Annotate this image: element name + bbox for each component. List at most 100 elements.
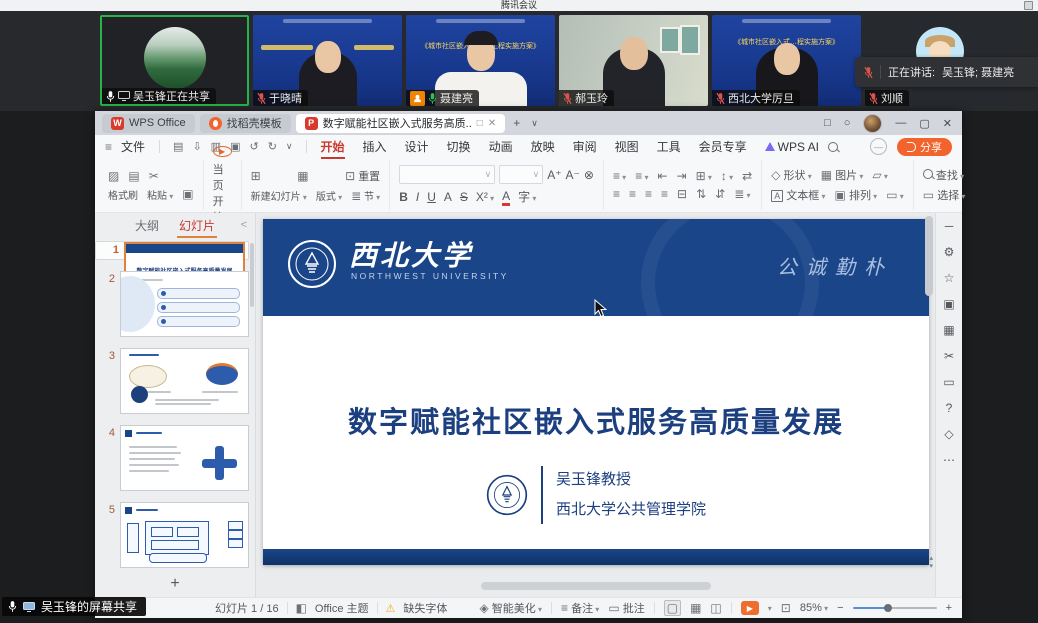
align-bottom-icon[interactable]: ⇵ <box>715 187 725 201</box>
slide-thumbnail-3[interactable]: 3 <box>95 348 249 414</box>
new-slide-icon[interactable]: ⊞ <box>251 169 261 183</box>
restore-button[interactable]: ▢ <box>919 117 929 130</box>
tab-list-chevron-icon[interactable]: ∨ <box>528 118 541 129</box>
normal-view-icon[interactable]: ▢ <box>664 600 681 616</box>
menu-insert[interactable]: 插入 <box>354 138 396 155</box>
scroll-step-arrows[interactable]: ▴ ▾ <box>929 555 933 571</box>
docer-pane-icon[interactable]: ◇ <box>944 428 953 440</box>
screen-share-badge[interactable]: 吴玉锋的屏幕共享 <box>2 597 146 616</box>
slide-1[interactable]: 西北大学 NORTHWEST UNIVERSITY 公诚勤朴 数字赋能社区嵌入式… <box>263 219 929 565</box>
bold-button[interactable]: B <box>399 190 408 204</box>
textbox-label[interactable]: 文本框 <box>786 190 819 202</box>
minimize-button[interactable]: — <box>895 117 906 129</box>
font-family-select[interactable]: ∨ <box>399 165 495 184</box>
superscript-button[interactable]: X² <box>476 190 494 204</box>
new-slide-label[interactable]: 新建幻灯片 <box>251 188 307 203</box>
align-top-icon[interactable]: ⇅ <box>696 187 706 201</box>
menu-slideshow[interactable]: 放映 <box>522 138 564 155</box>
image-tools-icon[interactable]: ▦ <box>943 324 954 336</box>
favorites-icon[interactable]: ☆ <box>944 272 955 284</box>
cut-icon[interactable]: ✂ <box>149 169 159 183</box>
add-slide-button[interactable]: + <box>95 575 255 597</box>
more-icon[interactable]: ⋯ <box>943 454 955 466</box>
phonetic-button[interactable]: 字 <box>518 188 536 205</box>
missing-font-label[interactable]: 缺失字体 <box>403 600 447 616</box>
menu-home[interactable]: 开始 <box>312 138 354 155</box>
chart-icon[interactable]: ▱ <box>872 168 887 182</box>
search-icon[interactable] <box>828 142 838 152</box>
zoom-in-button[interactable]: + <box>946 602 952 614</box>
tab-outline[interactable]: 大纲 <box>135 217 159 234</box>
text-direction-icon[interactable]: ⇄ <box>742 169 752 183</box>
tab-slides[interactable]: 幻灯片 <box>179 217 215 234</box>
video-tile-lidan[interactable]: 《城市社区嵌入式…程实施方案》 西北大学厉旦 <box>712 15 861 106</box>
video-tile-yuxiaoqing[interactable]: 于晓晴 <box>253 15 402 106</box>
reset-label[interactable]: 重置 <box>358 171 380 183</box>
tab-docer-templates[interactable]: 找稻壳模板 <box>200 114 291 133</box>
reading-view-icon[interactable]: ◫ <box>710 601 721 615</box>
vertical-scrollbar[interactable] <box>925 216 933 296</box>
tools-icon[interactable]: ✂ <box>944 350 954 362</box>
print-preview-icon[interactable]: ▣ <box>230 140 240 153</box>
new-tab-button[interactable]: + <box>510 116 523 130</box>
slide-thumbnail-4[interactable]: 4 <box>95 425 249 491</box>
export-pdf-icon[interactable]: ⇩ <box>192 140 201 153</box>
copilot-pane-icon[interactable]: ▣ <box>943 298 954 310</box>
hamburger-menu-icon[interactable]: ≡ <box>105 140 112 154</box>
slide-master-icon[interactable]: ▭ <box>886 188 904 202</box>
video-tile-haoyuling[interactable]: 郝玉玲 <box>559 15 708 106</box>
reset-icon[interactable]: ⊡ <box>345 169 355 183</box>
theme-name[interactable]: Office 主题 <box>315 600 369 616</box>
slide-canvas[interactable]: 西北大学 NORTHWEST UNIVERSITY 公诚勤朴 数字赋能社区嵌入式… <box>256 213 935 597</box>
share-button[interactable]: 分享 <box>897 138 952 156</box>
tab-wps-home[interactable]: W WPS Office <box>102 114 195 133</box>
increase-indent-icon[interactable]: ⇥ <box>677 169 687 183</box>
menu-view[interactable]: 视图 <box>606 138 648 155</box>
tab-document[interactable]: P 数字赋能社区嵌入式服务高质.. □ ✕ <box>296 114 506 133</box>
menu-file[interactable]: 文件 <box>112 138 154 155</box>
menu-tools[interactable]: 工具 <box>648 138 690 155</box>
zoom-level[interactable]: 85% <box>800 602 828 614</box>
zoom-slider[interactable] <box>853 607 937 609</box>
layout-icon[interactable]: ▦ <box>297 169 308 183</box>
close-window-button[interactable]: ✕ <box>943 117 952 130</box>
italic-button[interactable]: I <box>416 190 419 204</box>
shadow-button[interactable]: A <box>444 190 452 204</box>
arrange-label[interactable]: 排列 <box>849 190 871 202</box>
copy-icon[interactable]: ▣ <box>182 187 193 201</box>
align-left-icon[interactable]: ≡ <box>613 187 620 201</box>
scroll-down-icon[interactable]: ▾ <box>929 563 933 571</box>
comment-label[interactable]: 批注 <box>623 603 645 615</box>
layout-label[interactable]: 版式 <box>316 188 342 203</box>
horizontal-scrollbar[interactable] <box>481 582 711 590</box>
distribute-icon[interactable]: ⊟ <box>677 187 687 201</box>
help-icon[interactable]: ? <box>946 402 953 414</box>
save-icon[interactable]: ▤ <box>173 140 183 153</box>
bullets-icon[interactable]: ≡ <box>613 169 626 183</box>
underline-button[interactable]: U <box>427 190 436 204</box>
thumbnail-scrollbar[interactable] <box>250 243 254 307</box>
user-avatar[interactable] <box>863 114 882 133</box>
justify-icon[interactable]: ≡ <box>661 187 668 201</box>
slide-thumbnail-5[interactable]: 5 <box>95 502 249 568</box>
decrease-font-icon[interactable]: A⁻ <box>566 168 580 182</box>
menu-member[interactable]: 会员专享 <box>690 138 756 155</box>
increase-font-icon[interactable]: A⁺ <box>547 168 561 182</box>
align-center-icon[interactable]: ≡ <box>629 187 636 201</box>
line-spacing-icon[interactable]: ↕ <box>721 169 733 183</box>
video-tile-niejianliang[interactable]: 《城市社区嵌入…建设工程实施方案》 聂建亮 <box>406 15 555 106</box>
format-painter-label[interactable]: 格式刷 <box>108 187 138 202</box>
slide-sorter-icon[interactable]: ▦ <box>690 601 701 615</box>
zoom-slider-handle[interactable] <box>884 604 892 612</box>
zoom-out-button[interactable]: − <box>837 602 843 614</box>
presenter-block[interactable]: 吴玉锋教授 西北大学公共管理学院 <box>486 465 706 525</box>
clear-format-icon[interactable]: ⊗ <box>584 168 594 182</box>
shapes-label[interactable]: 形状 <box>784 170 806 182</box>
paste-label[interactable]: 粘贴 <box>147 187 173 202</box>
select-label[interactable]: 选择 <box>937 190 959 202</box>
collapse-panel-icon[interactable]: < <box>241 219 247 231</box>
menu-review[interactable]: 审阅 <box>564 138 606 155</box>
slideshow-play-button[interactable]: ▶ <box>741 601 759 615</box>
globe-icon[interactable]: ○ <box>844 117 851 129</box>
slide-title[interactable]: 数字赋能社区嵌入式服务高质量发展 <box>263 399 929 441</box>
